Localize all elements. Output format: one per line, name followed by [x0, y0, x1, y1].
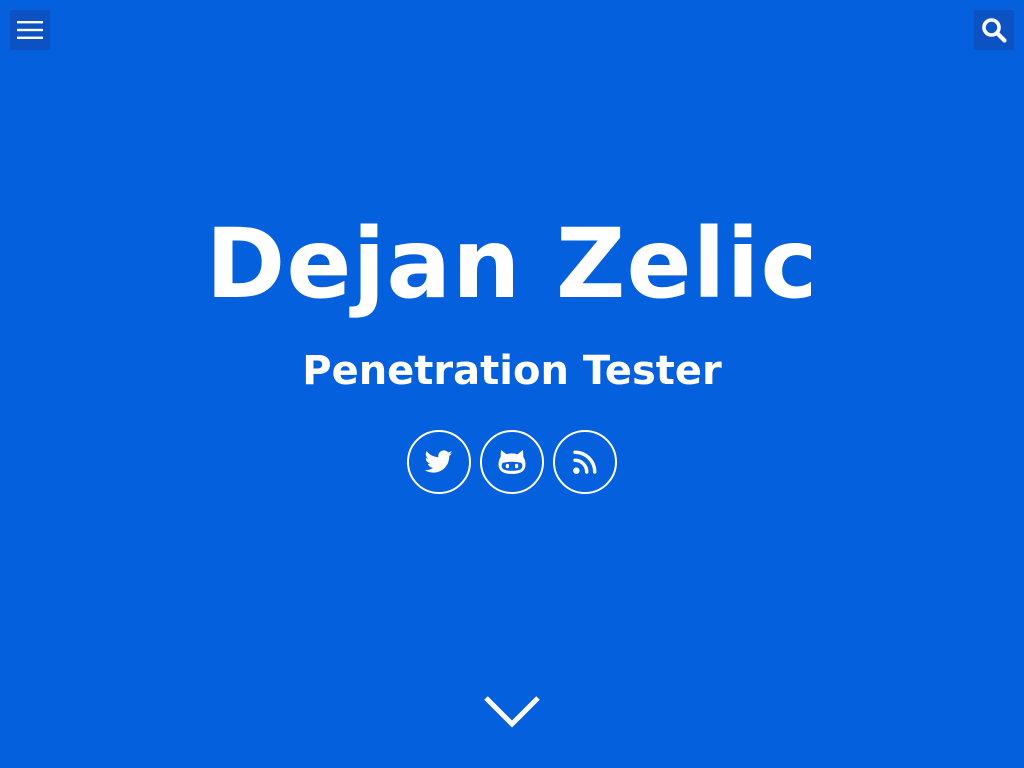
site-subtitle: Penetration Tester	[302, 348, 722, 394]
twitter-link[interactable]	[407, 430, 471, 494]
site-title: Dejan Zelic	[205, 208, 819, 320]
github-link[interactable]	[480, 430, 544, 494]
twitter-icon	[425, 450, 453, 473]
search-icon	[982, 18, 1007, 43]
scroll-down-button[interactable]	[482, 690, 542, 734]
search-button[interactable]	[974, 10, 1014, 50]
rss-icon	[573, 450, 597, 474]
menu-button[interactable]	[10, 10, 50, 50]
rss-link[interactable]	[553, 430, 617, 494]
hamburger-menu-icon	[17, 21, 43, 39]
github-icon	[498, 450, 526, 474]
social-links	[0, 430, 1024, 494]
chevron-down-icon	[484, 696, 540, 728]
